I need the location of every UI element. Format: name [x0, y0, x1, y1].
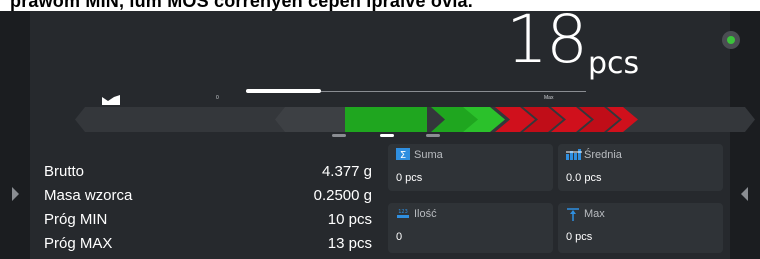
- svg-text:Σ: Σ: [400, 150, 406, 160]
- row-value-masa-wzorca: 0.2500 g: [313, 187, 372, 204]
- row-value-prog-max: 13 pcs: [327, 235, 372, 252]
- checkweigher-ribbon: [75, 107, 755, 132]
- weight-value: 18: [506, 1, 588, 78]
- weight-unit: pcs: [588, 46, 640, 81]
- stat-title-srednia: Średnia: [584, 149, 622, 161]
- stable-marker-icon: [102, 95, 120, 105]
- stat-value-ilosc: 0: [396, 231, 403, 243]
- sum-icon: Σ: [396, 148, 410, 160]
- stat-box-srednia[interactable]: Średnia 0.0 pcs: [558, 144, 723, 191]
- bargraph-min-label: 0: [216, 95, 219, 101]
- stat-title-suma: Suma: [414, 149, 443, 161]
- bargraph-max-label: Max: [544, 95, 554, 101]
- main-panel: 18 pcs 0 Max Brutto 4.377 g Masa wzorca …: [30, 7, 755, 259]
- stat-box-max[interactable]: Max 0 pcs: [558, 203, 723, 253]
- bargraph-fill: [246, 89, 321, 93]
- stat-value-srednia: 0.0 pcs: [566, 172, 602, 184]
- count-icon: 123: [397, 209, 409, 218]
- scale-screen: 18 pcs 0 Max Brutto 4.377 g Masa wzorca …: [0, 7, 760, 259]
- stat-box-suma[interactable]: Σ Suma 0 pcs: [388, 144, 553, 191]
- row-value-brutto: 4.377 g: [321, 163, 372, 180]
- caption-strip: prawom MIN, lum MOS correnyen cepen ipra…: [0, 0, 760, 11]
- ribbon-ok-block: [345, 107, 427, 132]
- stat-title-max: Max: [584, 208, 605, 220]
- caption-text: prawom MIN, lum MOS correnyen cepen ipra…: [10, 0, 473, 11]
- row-label-prog-max: Próg MAX: [44, 235, 113, 252]
- left-panel-toggle[interactable]: [0, 11, 30, 259]
- page-dot-2-active[interactable]: [380, 134, 394, 137]
- stat-value-max: 0 pcs: [566, 231, 593, 243]
- average-icon: [566, 149, 582, 160]
- stat-box-ilosc[interactable]: 123 Ilość 0: [388, 203, 553, 253]
- row-value-prog-min: 10 pcs: [327, 211, 372, 228]
- max-arrow-icon: [567, 208, 579, 221]
- chevron-left-icon: [741, 187, 748, 201]
- stat-title-ilosc: Ilość: [414, 208, 437, 220]
- row-label-brutto: Brutto: [44, 163, 85, 180]
- stability-indicator: [722, 31, 740, 49]
- ribbon-under-zone: [275, 107, 345, 132]
- row-label-prog-min: Próg MIN: [44, 211, 108, 228]
- svg-text:123: 123: [398, 209, 408, 215]
- chevron-right-icon: [12, 187, 19, 201]
- row-label-masa-wzorca: Masa wzorca: [44, 187, 133, 204]
- page-dot-1[interactable]: [332, 134, 346, 137]
- page-dot-3[interactable]: [426, 134, 440, 137]
- stat-value-suma: 0 pcs: [396, 172, 423, 184]
